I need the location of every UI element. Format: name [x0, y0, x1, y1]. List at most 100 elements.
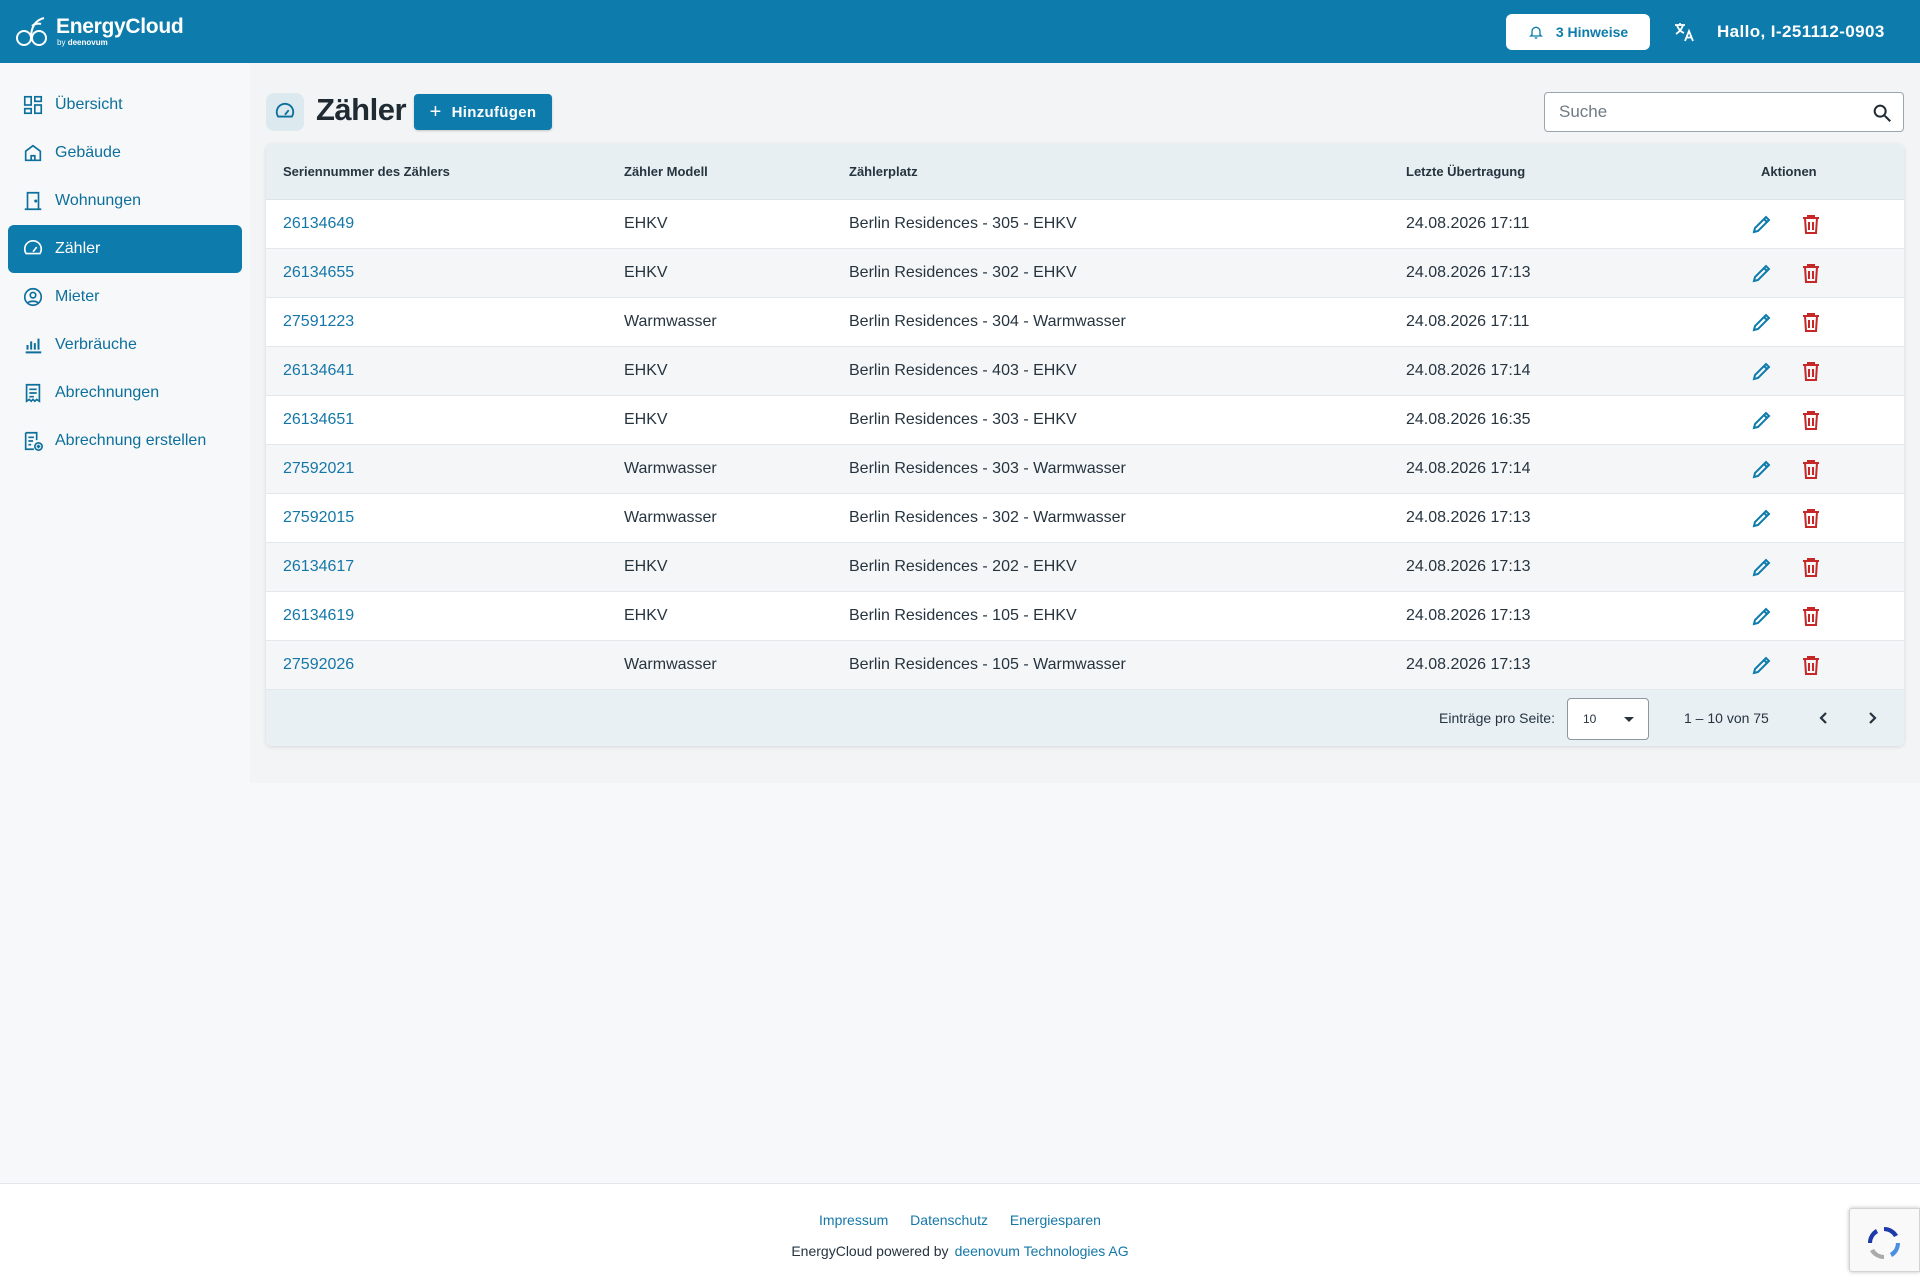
per-page-value: 10	[1583, 712, 1597, 726]
serial-number-link[interactable]: 27592026	[283, 656, 354, 674]
table-row: 26134617 EHKV Berlin Residences - 202 - EH…	[266, 543, 1904, 592]
delete-icon[interactable]	[1799, 310, 1823, 334]
column-header-model[interactable]: Zähler Modell	[624, 164, 708, 179]
next-page-icon[interactable]	[1860, 706, 1884, 730]
meter-place: Berlin Residences - 302 - EHKV	[849, 264, 1077, 281]
last-transfer: 24.08.2026 17:11	[1406, 313, 1530, 330]
last-transfer: 24.08.2026 17:13	[1406, 264, 1531, 281]
sidebar-item-verbraeuche[interactable]: Verbräuche	[8, 321, 242, 369]
table-paginator: Einträge pro Seite: 10 1 – 10 von 75	[266, 690, 1904, 746]
edit-icon[interactable]	[1750, 604, 1774, 628]
serial-number-link[interactable]: 27591223	[283, 313, 354, 331]
footer-link-datenschutz[interactable]: Datenschutz	[910, 1212, 988, 1228]
column-header-last-transfer[interactable]: Letzte Übertragung	[1406, 164, 1525, 179]
edit-icon[interactable]	[1750, 555, 1774, 579]
serial-number-link[interactable]: 26134617	[283, 558, 354, 576]
delete-icon[interactable]	[1799, 408, 1823, 432]
delete-icon[interactable]	[1799, 261, 1823, 285]
last-transfer: 24.08.2026 17:11	[1406, 215, 1530, 232]
column-header-serial[interactable]: Seriennummer des Zählers	[283, 164, 450, 179]
per-page-select[interactable]: 10	[1567, 698, 1649, 740]
column-header-actions: Aktionen	[1761, 164, 1817, 179]
delete-icon[interactable]	[1799, 653, 1823, 677]
page-title: Zähler	[316, 92, 407, 127]
footer-links: Impressum Datenschutz Energiesparen	[0, 1212, 1920, 1228]
serial-number-link[interactable]: 26134641	[283, 362, 354, 380]
sidebar-item-abrechnungen[interactable]: Abrechnungen	[8, 369, 242, 417]
serial-number-link[interactable]: 27592021	[283, 460, 354, 478]
meter-place: Berlin Residences - 202 - EHKV	[849, 558, 1077, 575]
add-button-label: Hinzufügen	[451, 103, 537, 121]
sidebar-item-mieter[interactable]: Mieter	[8, 273, 242, 321]
meters-table: Seriennummer des Zählers Zähler Modell Z…	[266, 144, 1904, 746]
delete-icon[interactable]	[1799, 212, 1823, 236]
top-bar: EnergyCloud by deenovum 3 Hinweise Hallo…	[0, 0, 1920, 63]
serial-number-link[interactable]: 26134655	[283, 264, 354, 282]
sidebar-item-wohnungen[interactable]: Wohnungen	[8, 177, 242, 225]
table-body: 26134649 EHKV Berlin Residences - 305 - EH…	[266, 200, 1904, 690]
table-row: 26134655 EHKV Berlin Residences - 302 - EH…	[266, 249, 1904, 298]
meter-model: EHKV	[624, 215, 668, 232]
edit-icon[interactable]	[1750, 310, 1774, 334]
delete-icon[interactable]	[1799, 506, 1823, 530]
meter-model: Warmwasser	[624, 509, 717, 526]
edit-icon[interactable]	[1750, 653, 1774, 677]
meter-model: Warmwasser	[624, 313, 717, 330]
serial-number-link[interactable]: 26134651	[283, 411, 354, 429]
meter-model: Warmwasser	[624, 656, 717, 673]
serial-number-link[interactable]: 26134649	[283, 215, 354, 233]
delete-icon[interactable]	[1799, 457, 1823, 481]
edit-icon[interactable]	[1750, 359, 1774, 383]
translate-icon[interactable]	[1672, 20, 1696, 44]
edit-icon[interactable]	[1750, 212, 1774, 236]
brand-name: EnergyCloud	[56, 15, 184, 38]
previous-page-icon[interactable]	[1812, 706, 1836, 730]
delete-icon[interactable]	[1799, 555, 1823, 579]
meter-model: EHKV	[624, 558, 668, 575]
sidebar-item-label: Abrechnungen	[55, 384, 160, 401]
door-icon	[24, 191, 42, 211]
sidebar-item-zaehler[interactable]: Zähler	[8, 225, 242, 273]
column-header-place[interactable]: Zählerplatz	[849, 164, 918, 179]
recaptcha-badge[interactable]	[1849, 1208, 1920, 1272]
edit-icon[interactable]	[1750, 408, 1774, 432]
footer-copyright: EnergyCloud powered by deenovum Technolog…	[0, 1243, 1920, 1259]
company-link[interactable]: deenovum Technologies AG	[955, 1243, 1129, 1259]
hints-button[interactable]: 3 Hinweise	[1506, 14, 1650, 50]
footer-link-impressum[interactable]: Impressum	[819, 1212, 888, 1228]
table-row: 27592026 Warmwasser Berlin Residences - 10…	[266, 641, 1904, 690]
create-invoice-icon	[24, 431, 43, 451]
sidebar-item-label: Mieter	[55, 288, 100, 305]
search-input[interactable]	[1559, 93, 1859, 131]
edit-icon[interactable]	[1750, 506, 1774, 530]
delete-icon[interactable]	[1799, 604, 1823, 628]
brand-logo[interactable]: EnergyCloud by deenovum	[14, 14, 184, 50]
delete-icon[interactable]	[1799, 359, 1823, 383]
meter-place: Berlin Residences - 303 - Warmwasser	[849, 460, 1126, 477]
user-greeting[interactable]: Hallo, I-251112-0903	[1717, 22, 1885, 42]
sidebar-item-uebersicht[interactable]: Übersicht	[8, 81, 242, 129]
search-icon[interactable]	[1871, 102, 1893, 124]
home-icon	[24, 144, 42, 162]
meter-place: Berlin Residences - 105 - EHKV	[849, 607, 1077, 624]
edit-icon[interactable]	[1750, 261, 1774, 285]
page-range: 1 – 10 von 75	[1684, 710, 1769, 726]
serial-number-link[interactable]: 27592015	[283, 509, 354, 527]
logo-icon	[16, 16, 47, 46]
footer-link-energiesparen[interactable]: Energiesparen	[1010, 1212, 1101, 1228]
sidebar-item-abrechnung-erstellen[interactable]: Abrechnung erstellen	[8, 417, 242, 465]
table-row: 27591223 Warmwasser Berlin Residences - 30…	[266, 298, 1904, 347]
footer: Impressum Datenschutz Energiesparen Ener…	[0, 1183, 1920, 1285]
meter-place: Berlin Residences - 305 - EHKV	[849, 215, 1077, 232]
meter-place: Berlin Residences - 403 - EHKV	[849, 362, 1077, 379]
sidebar-item-label: Übersicht	[55, 96, 123, 113]
serial-number-link[interactable]: 26134619	[283, 607, 354, 625]
sidebar: Übersicht Gebäude Wohnungen Zähler Miete…	[0, 63, 250, 1183]
last-transfer: 24.08.2026 17:13	[1406, 656, 1531, 673]
sidebar-item-gebaeude[interactable]: Gebäude	[8, 129, 242, 177]
edit-icon[interactable]	[1750, 457, 1774, 481]
recaptcha-icon	[1867, 1226, 1901, 1260]
table-row: 26134651 EHKV Berlin Residences - 303 - EH…	[266, 396, 1904, 445]
add-meter-button[interactable]: + Hinzufügen	[414, 94, 552, 130]
meter-model: EHKV	[624, 362, 668, 379]
